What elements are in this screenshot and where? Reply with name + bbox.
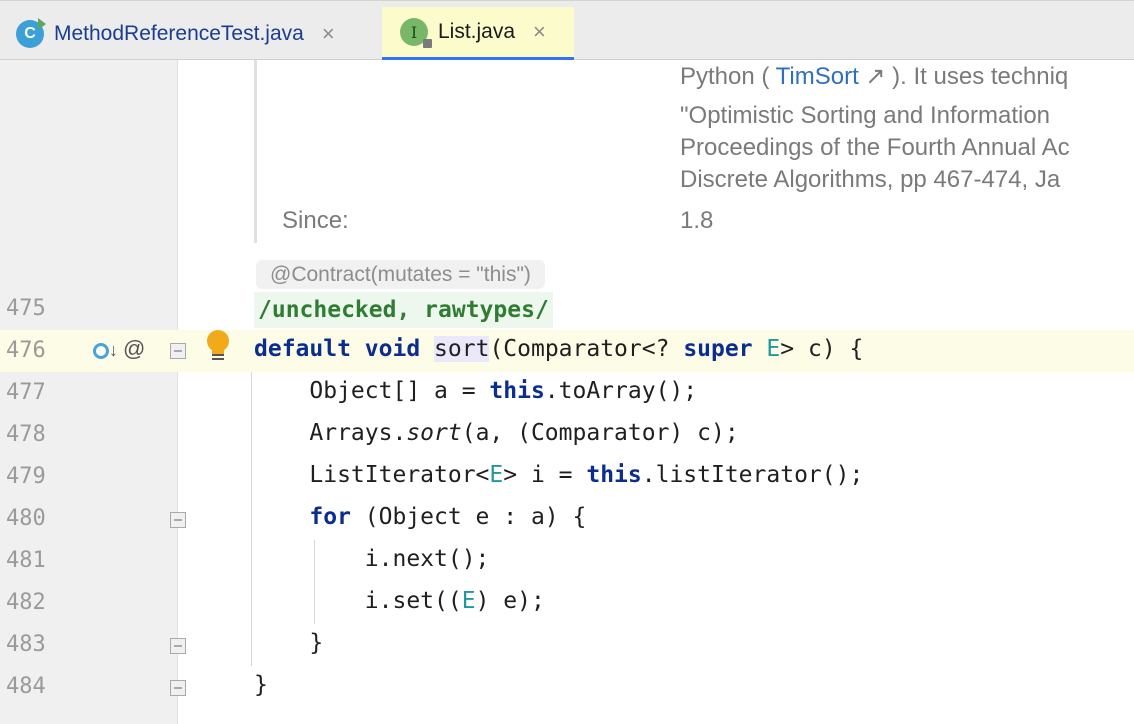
editor-tab-bar: C MethodReferenceTest.java × I List.java… xyxy=(0,0,1134,61)
doc-line: Discrete Algorithms, pp 467-474, Ja xyxy=(680,166,1061,193)
interface-letter: I xyxy=(410,22,418,42)
fold-marker[interactable] xyxy=(170,343,186,359)
line-number: 479 xyxy=(6,464,46,489)
keyword: void xyxy=(364,336,421,362)
doc-line: Python ( TimSort ↗ ). It uses techniq xyxy=(680,62,1068,91)
overrides-method-icon[interactable]: ↓ xyxy=(93,340,123,364)
line-number: 475 xyxy=(6,296,46,321)
code-text: ) e); xyxy=(475,588,545,614)
keyword: this xyxy=(489,378,545,404)
external-link-icon: ↗ xyxy=(865,63,886,90)
doc-border xyxy=(254,60,257,243)
code-text: (Comparator<? xyxy=(489,336,684,362)
code-text: (a, (Comparator) c); xyxy=(461,420,739,446)
code-line-477[interactable]: Object[] a = this.toArray(); xyxy=(254,378,697,404)
doc-line: "Optimistic Sorting and Information xyxy=(680,102,1051,129)
type-param: E xyxy=(489,462,504,488)
line-number: 481 xyxy=(6,548,46,573)
type-param: E xyxy=(766,336,781,362)
static-call: sort xyxy=(406,420,462,446)
tab-label: MethodReferenceTest.java xyxy=(54,22,304,45)
doc-text: ). It uses techniq xyxy=(885,63,1069,90)
fold-marker[interactable] xyxy=(170,680,186,696)
line-number: 483 xyxy=(6,632,46,657)
code-text: i.set(( xyxy=(254,588,462,614)
bulb-stripe xyxy=(212,358,224,360)
line-number: 482 xyxy=(6,590,46,615)
fold-marker[interactable] xyxy=(170,638,186,654)
bulb-glass xyxy=(207,330,229,352)
code-line-482[interactable]: i.set((E) e); xyxy=(254,588,545,614)
doc-text: Python ( xyxy=(680,63,776,90)
fold-marker[interactable] xyxy=(170,512,186,528)
code-text: > c) { xyxy=(780,336,864,362)
class-icon: C xyxy=(16,18,46,48)
since-label: Since: xyxy=(282,207,349,234)
code-text: > i = xyxy=(503,462,587,488)
interface-icon: I xyxy=(400,18,432,48)
doc-line: Proceedings of the Fourth Annual Ac xyxy=(680,134,1070,161)
contract-inlay-hint[interactable]: @Contract(mutates = "this") xyxy=(256,260,545,289)
close-icon[interactable]: × xyxy=(322,21,335,47)
code-line-484[interactable]: } xyxy=(254,672,268,698)
suppress-warnings-inlay[interactable]: /unchecked, rawtypes/ xyxy=(254,292,553,328)
line-number: 476 xyxy=(6,338,46,363)
since-value: 1.8 xyxy=(680,207,714,234)
line-number: 484 xyxy=(6,674,46,699)
keyword: super xyxy=(683,336,753,362)
code-line-481[interactable]: i.next(); xyxy=(254,546,490,572)
timsort-link[interactable]: TimSort xyxy=(776,63,859,90)
lightbulb-icon[interactable] xyxy=(206,330,230,360)
type-param: E xyxy=(461,588,476,614)
keyword: for xyxy=(309,504,351,530)
close-icon[interactable]: × xyxy=(533,19,546,45)
line-number: 478 xyxy=(6,422,46,447)
code-text: .listIterator(); xyxy=(641,462,864,488)
tab-list-java[interactable]: I List.java × xyxy=(382,7,574,61)
line-number: 477 xyxy=(6,380,46,405)
code-text: Object[] a = xyxy=(254,378,490,404)
code-line-476[interactable]: default void sort(Comparator<? super E> … xyxy=(254,336,863,362)
bulb-stripe xyxy=(212,354,224,356)
circle-icon xyxy=(93,343,109,359)
code-text: ListIterator< xyxy=(254,462,490,488)
tab-label: List.java xyxy=(438,20,516,43)
code-line-478[interactable]: Arrays.sort(a, (Comparator) c); xyxy=(254,420,739,446)
method-name[interactable]: sort xyxy=(434,336,490,362)
line-number: 480 xyxy=(6,506,46,531)
keyword: this xyxy=(586,462,642,488)
down-arrow-icon: ↓ xyxy=(109,340,118,360)
indent-guide xyxy=(251,372,252,666)
code-text: (Object e : a) { xyxy=(350,504,587,530)
code-line-479[interactable]: ListIterator<E> i = this.listIterator(); xyxy=(254,462,863,488)
code-line-483[interactable]: } xyxy=(254,630,323,656)
keyword: default xyxy=(254,336,351,362)
code-editor[interactable]: Python ( TimSort ↗ ). It uses techniq "O… xyxy=(0,60,1134,724)
tab-method-reference-test[interactable]: C MethodReferenceTest.java × xyxy=(0,7,382,61)
lock-icon xyxy=(423,39,432,48)
code-line-480[interactable]: for (Object e : a) { xyxy=(254,504,586,530)
annotation-icon[interactable]: @ xyxy=(123,336,145,362)
code-text: .toArray(); xyxy=(544,378,698,404)
code-text: Arrays. xyxy=(254,420,407,446)
